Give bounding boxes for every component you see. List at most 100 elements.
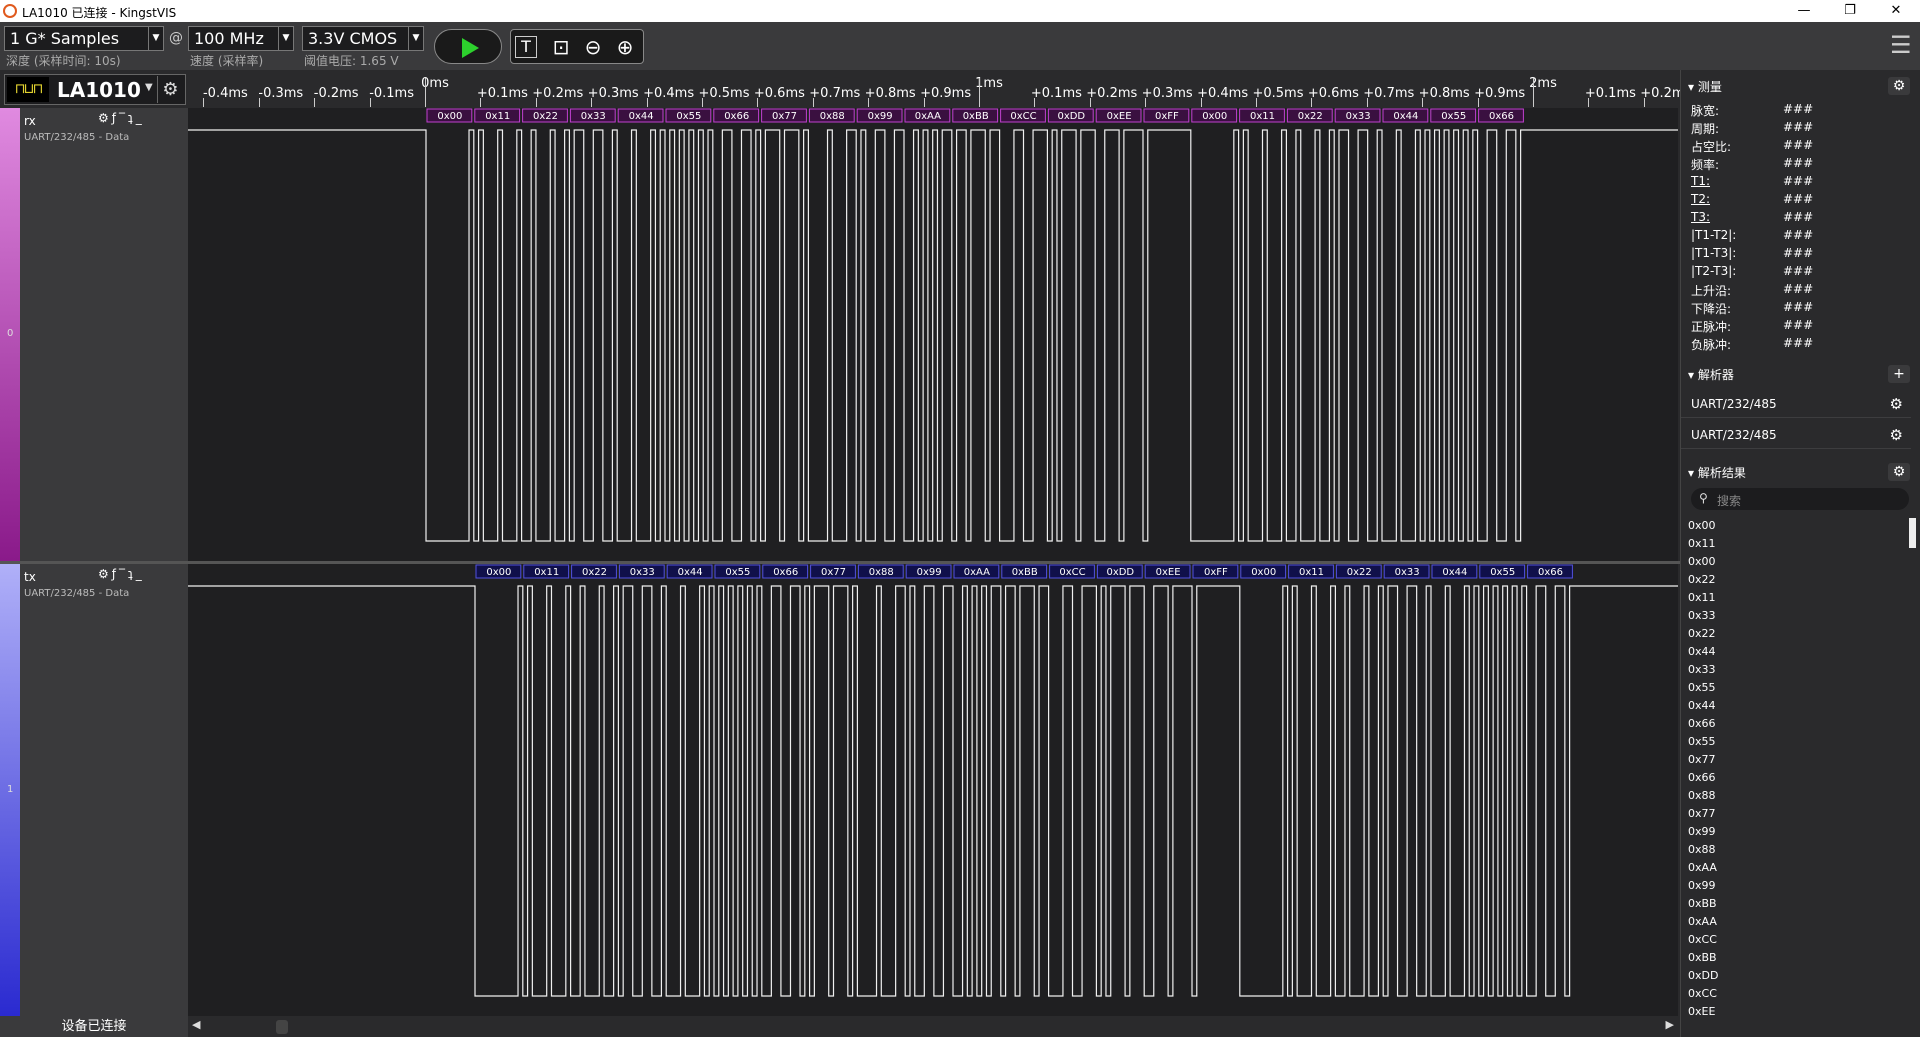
results-section-title[interactable]: ▾ 解析结果: [1688, 464, 1746, 481]
result-item[interactable]: 0xAA: [1688, 861, 1717, 874]
result-item[interactable]: 0xBB: [1688, 897, 1717, 910]
result-item[interactable]: 0x77: [1688, 753, 1716, 766]
ruler-tick-label: +0.8ms: [1418, 86, 1470, 101]
result-item[interactable]: 0xBB: [1688, 951, 1717, 964]
result-item[interactable]: 0x55: [1688, 681, 1716, 694]
result-item[interactable]: 0x11: [1688, 591, 1716, 604]
result-item[interactable]: 0x44: [1688, 645, 1716, 658]
scroll-thumb[interactable]: [276, 1020, 288, 1034]
results-scrollbar[interactable]: [1909, 518, 1916, 548]
waveform-plot-tx[interactable]: 0x00 0x11 0x22 0x33 0x44 0x55 0x66 0x77 0x88 0x99…: [188, 564, 1678, 1016]
result-item[interactable]: 0x88: [1688, 789, 1716, 802]
channel-header-tx[interactable]: tx ⚙ƒ‾ʇ_ UART/232/485 - Data 1: [0, 564, 188, 1016]
ruler-tick-label: -0.2ms: [313, 86, 359, 101]
decode-byte-label: 0x00: [1202, 111, 1227, 122]
result-item[interactable]: 0xCC: [1688, 987, 1717, 1000]
text-cursor-icon[interactable]: T: [515, 36, 537, 58]
scroll-right-icon[interactable]: ▶: [1666, 1018, 1674, 1031]
measure-label[interactable]: T2:: [1691, 192, 1710, 206]
measure-label: 占空比:: [1691, 140, 1732, 154]
measure-settings-gear-icon[interactable]: ⚙: [1888, 77, 1910, 95]
minimize-button[interactable]: —: [1784, 1, 1824, 21]
ruler-tick-label: +0.2ms: [1086, 86, 1138, 101]
result-item[interactable]: 0x33: [1688, 663, 1716, 676]
result-item[interactable]: 0x44: [1688, 699, 1716, 712]
hamburger-menu-icon[interactable]: ☰: [1890, 33, 1912, 57]
horizontal-scrollbar[interactable]: ◀ ▶: [188, 1018, 1678, 1036]
chevron-down-icon: ▼: [408, 27, 423, 50]
decode-byte-label: 0xEE: [1107, 111, 1132, 122]
result-item[interactable]: 0x55: [1688, 735, 1716, 748]
measure-label[interactable]: T1:: [1691, 174, 1710, 188]
at-symbol: @: [169, 30, 183, 46]
ruler-tick-label: +0.3ms: [1141, 86, 1193, 101]
ruler-tick-mark: [1145, 98, 1147, 107]
decode-byte-label: 0x11: [1250, 111, 1275, 122]
result-item[interactable]: 0xDD: [1688, 969, 1718, 982]
waveform-plot-rx[interactable]: 0x00 0x11 0x22 0x33 0x44 0x55 0x66 0x77 0x88 0x99…: [188, 108, 1678, 561]
channel-name: rx: [24, 114, 36, 128]
result-item[interactable]: 0x00: [1688, 555, 1716, 568]
result-item[interactable]: 0x00: [1688, 519, 1716, 532]
decode-byte-label: 0x11: [534, 567, 559, 578]
result-item[interactable]: 0xEE: [1688, 1005, 1715, 1018]
sample-rate-select[interactable]: 100 MHz ▼: [188, 26, 294, 51]
play-icon: [462, 38, 479, 58]
search-input[interactable]: 搜索: [1717, 492, 1741, 509]
decoder-item[interactable]: UART/232/485 ⚙: [1681, 390, 1911, 418]
device-selector[interactable]: ⊓⊔⊓ LA1010 ▼ ⚙: [4, 74, 186, 105]
sample-depth-label: 深度 (采样时间: 10s): [6, 54, 121, 68]
channel-header-rx[interactable]: rx ⚙ƒ‾ʇ_ UART/232/485 - Data 0: [0, 108, 188, 561]
zoom-fit-icon[interactable]: ⊡: [547, 33, 575, 61]
zoom-toolbar: T ⊡ ⊖ ⊕: [510, 29, 644, 64]
add-decoder-button[interactable]: +: [1888, 365, 1910, 383]
sample-rate-label: 速度 (采样率): [190, 54, 264, 68]
result-item[interactable]: 0x66: [1688, 717, 1716, 730]
decoder-gear-icon[interactable]: ⚙: [1890, 395, 1903, 413]
channel-trigger-icons[interactable]: ⚙ƒ‾ʇ_: [98, 111, 145, 125]
decoders-section-title[interactable]: ▾ 解析器: [1688, 366, 1734, 383]
measure-value: ###: [1783, 246, 1814, 260]
ruler-tick-mark: [868, 98, 870, 107]
sample-depth-select[interactable]: 1 G* Samples ▼: [4, 26, 164, 51]
scroll-left-icon[interactable]: ◀: [192, 1018, 200, 1031]
time-ruler[interactable]: -0.4ms -0.3ms -0.2ms -0.1ms 0ms +0.1ms +0.2ms +…: [190, 74, 1691, 107]
measure-label: 下降沿:: [1691, 302, 1732, 316]
result-item[interactable]: 0x11: [1688, 537, 1716, 550]
results-search[interactable]: ⚲ 搜索: [1691, 488, 1909, 510]
zoom-out-icon[interactable]: ⊖: [579, 33, 607, 61]
channel-trigger-icons[interactable]: ⚙ƒ‾ʇ_: [98, 567, 145, 581]
result-item[interactable]: 0x99: [1688, 825, 1716, 838]
ruler-tick-label: +0.4ms: [1197, 86, 1249, 101]
close-button[interactable]: ✕: [1876, 1, 1916, 21]
start-capture-button[interactable]: [434, 29, 502, 64]
result-item[interactable]: 0x22: [1688, 573, 1716, 586]
decode-byte-label: 0x33: [630, 567, 655, 578]
result-item[interactable]: 0x77: [1688, 807, 1716, 820]
measure-label[interactable]: T3:: [1691, 210, 1710, 224]
result-item[interactable]: 0x66: [1688, 771, 1716, 784]
results-settings-gear-icon[interactable]: ⚙: [1888, 463, 1910, 481]
result-item[interactable]: 0x88: [1688, 843, 1716, 856]
decode-byte-label: 0x22: [533, 111, 558, 122]
zoom-in-icon[interactable]: ⊕: [611, 33, 639, 61]
result-item[interactable]: 0xAA: [1688, 915, 1717, 928]
restore-button[interactable]: ❐: [1830, 1, 1870, 21]
ruler-tick-label: +0.6ms: [753, 86, 805, 101]
result-item[interactable]: 0x99: [1688, 879, 1716, 892]
decoder-gear-icon[interactable]: ⚙: [1890, 426, 1903, 444]
device-name: LA1010: [57, 78, 141, 102]
decoder-item[interactable]: UART/232/485 ⚙: [1681, 421, 1911, 449]
result-item[interactable]: 0xCC: [1688, 933, 1717, 946]
measure-label: |T2-T3|:: [1691, 264, 1737, 278]
measure-label: 脉宽:: [1691, 104, 1720, 118]
measure-section-title[interactable]: ▾ 测量: [1688, 78, 1722, 95]
signal-trace: [188, 129, 1678, 542]
threshold-select[interactable]: 3.3V CMOS ▼: [302, 26, 424, 51]
device-settings-gear-icon[interactable]: ⚙: [157, 76, 183, 103]
ruler-tick-mark: [646, 98, 648, 107]
ruler-tick-mark: [812, 98, 814, 107]
result-item[interactable]: 0x33: [1688, 609, 1716, 622]
chevron-down-icon: ▼: [278, 27, 293, 50]
result-item[interactable]: 0x22: [1688, 627, 1716, 640]
